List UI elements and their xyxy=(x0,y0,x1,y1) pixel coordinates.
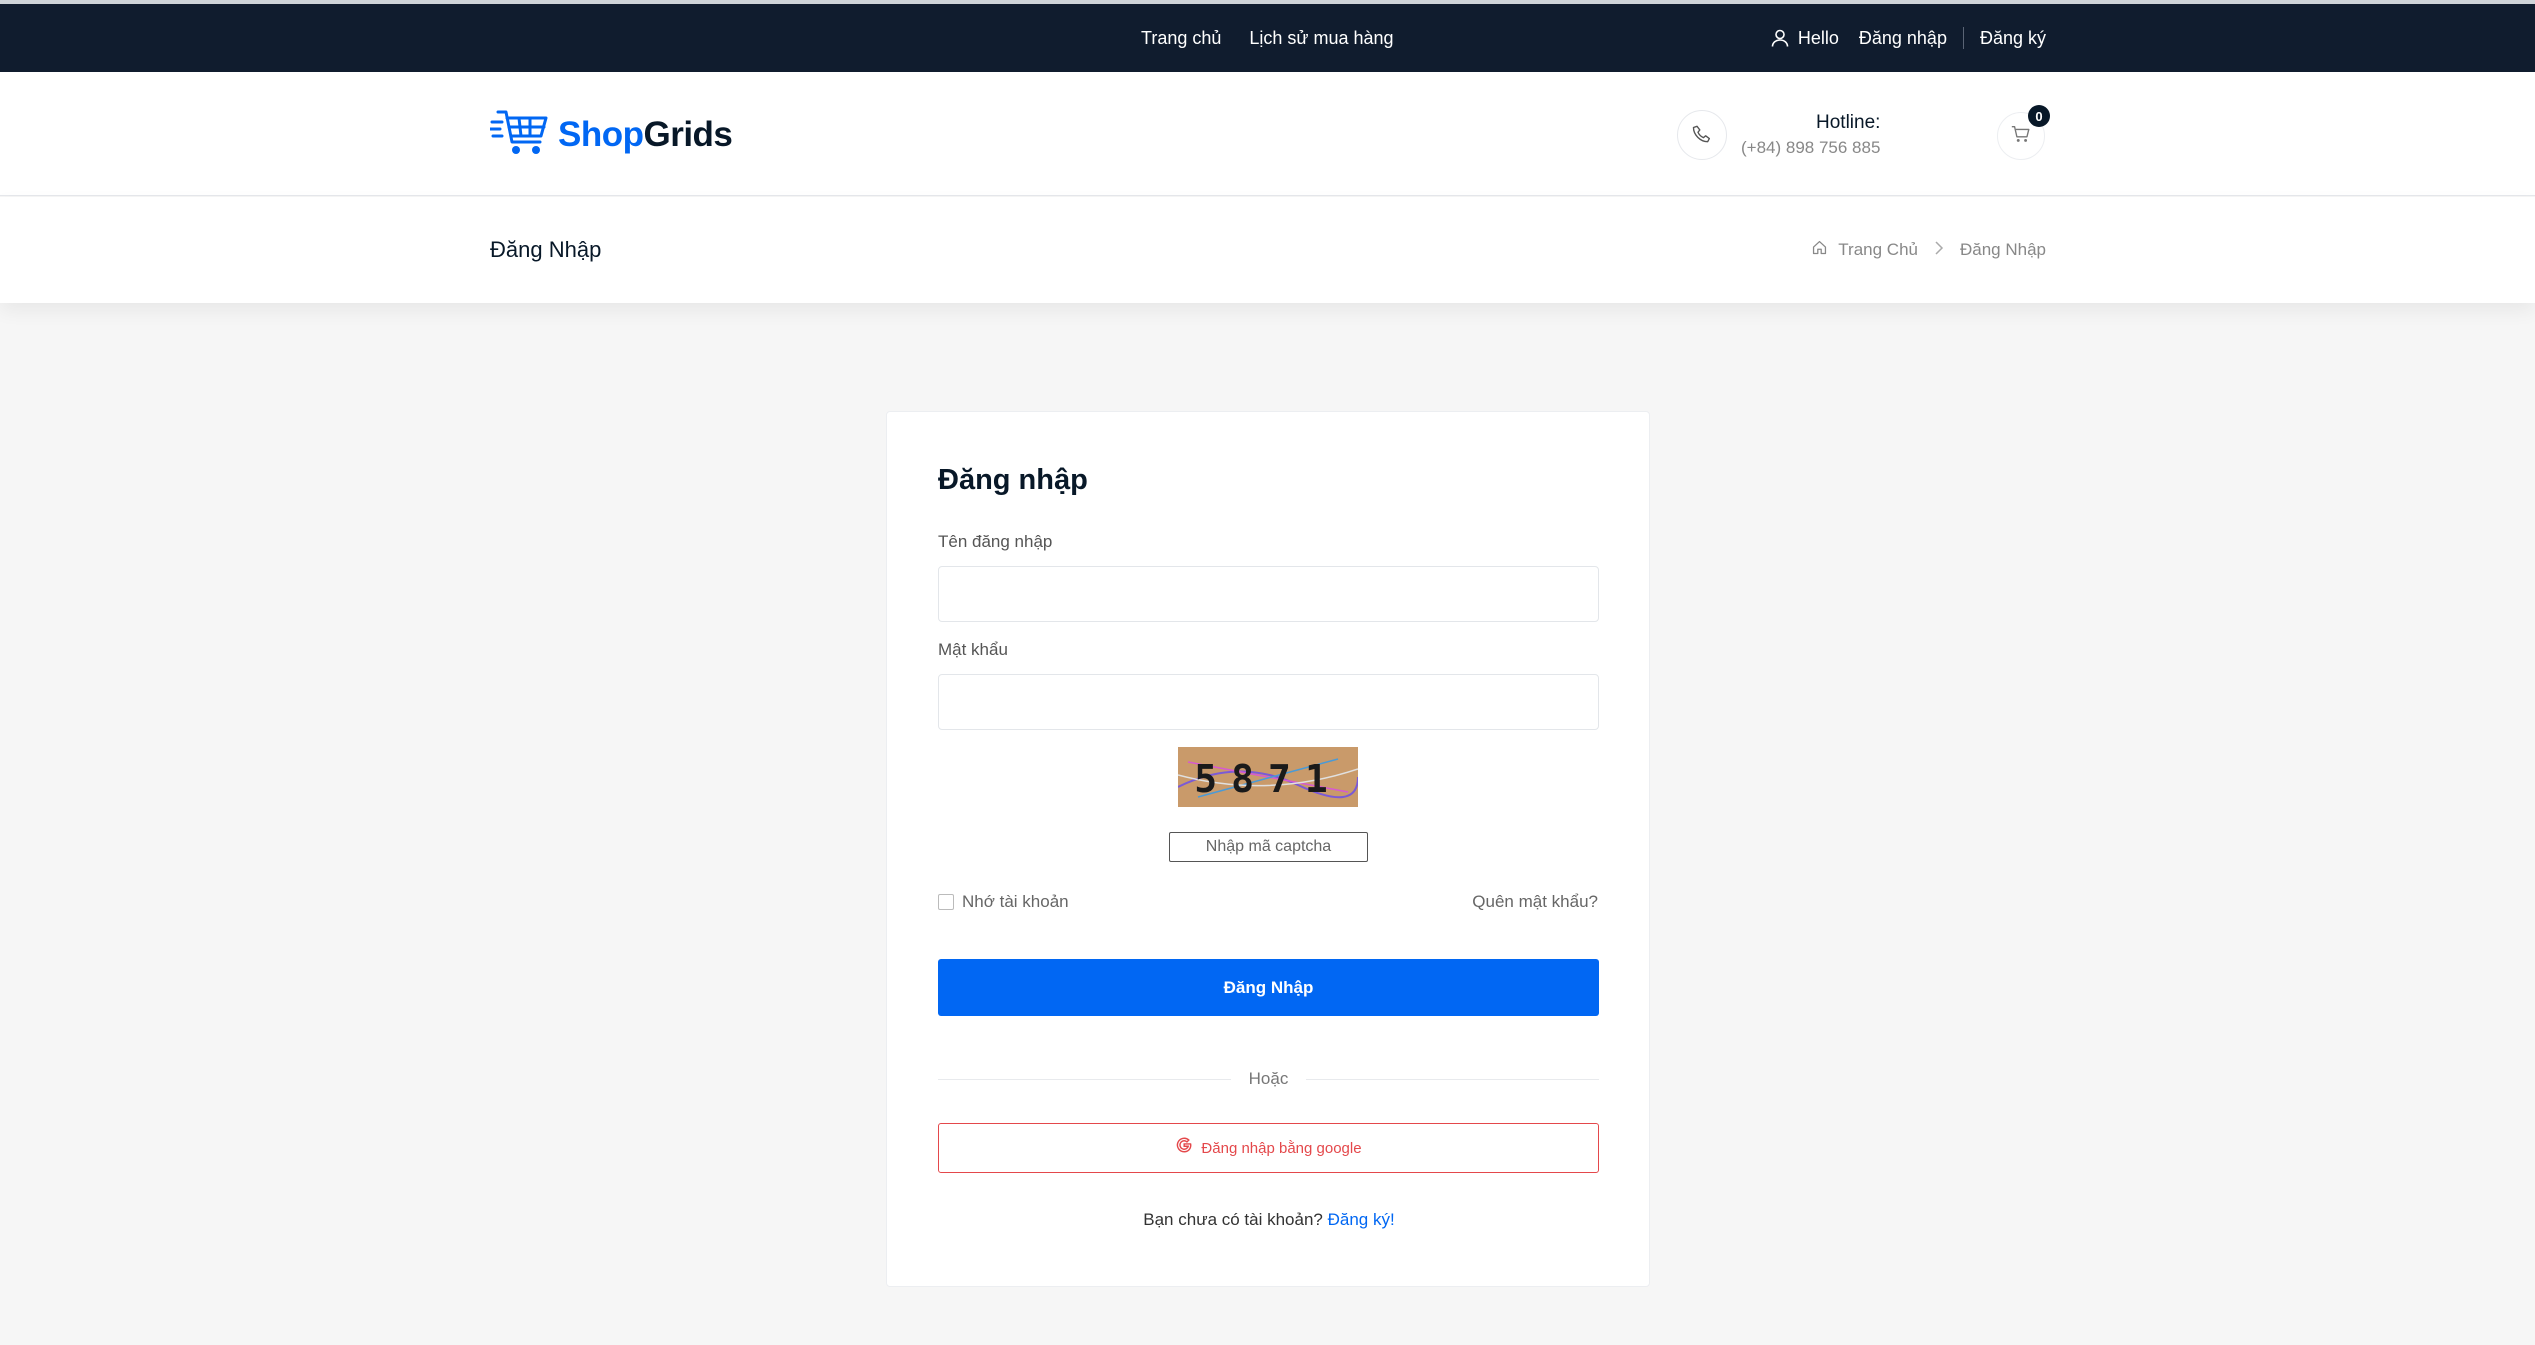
signup-link[interactable]: Đăng ký! xyxy=(1328,1210,1395,1229)
hotline: Hotline: (+84) 898 756 885 xyxy=(1677,110,1880,160)
phone-icon xyxy=(1677,110,1727,160)
hotline-label: Hotline: xyxy=(1816,112,1881,133)
or-text: Hoặc xyxy=(1248,1069,1289,1088)
google-login-button[interactable]: Đăng nhập bằng google xyxy=(938,1123,1599,1173)
breadcrumb: Trang Chủ Đăng Nhập xyxy=(1811,239,2046,261)
page-title: Đăng Nhập xyxy=(490,237,602,262)
nav-home-link[interactable]: Trang chủ xyxy=(1141,28,1221,49)
hotline-number: (+84) 898 756 885 xyxy=(1741,138,1881,157)
password-label: Mật khẩu xyxy=(938,640,1008,659)
top-nav: Trang chủ Lịch sử mua hàng xyxy=(1141,4,1394,72)
nav-order-history-link[interactable]: Lịch sử mua hàng xyxy=(1249,28,1393,49)
signup-prompt: Bạn chưa có tài khoản? Đăng ký! xyxy=(1143,1210,1395,1229)
register-link[interactable]: Đăng ký xyxy=(1980,28,2046,49)
captcha-input[interactable] xyxy=(1169,832,1368,862)
login-link[interactable]: Đăng nhập xyxy=(1859,28,1947,49)
username-label: Tên đăng nhập xyxy=(938,532,1053,551)
login-title: Đăng nhập xyxy=(938,464,1088,496)
shopping-cart-icon xyxy=(2010,123,2032,150)
username-input[interactable] xyxy=(938,566,1599,622)
brand-name: ShopGrids xyxy=(558,115,733,154)
chevron-right-icon xyxy=(1934,240,1944,260)
cart-button[interactable]: 0 xyxy=(1997,105,2050,160)
breadcrumb-home-link[interactable]: Trang Chủ xyxy=(1838,240,1918,260)
forgot-password-link[interactable]: Quên mật khẩu? xyxy=(1472,892,1598,912)
greeting-text: Hello xyxy=(1797,27,1839,48)
home-icon xyxy=(1811,239,1828,261)
logo[interactable]: ShopGrids xyxy=(488,108,733,163)
login-submit-button[interactable]: Đăng Nhập xyxy=(938,959,1599,1016)
breadcrumb-current: Đăng Nhập xyxy=(1959,240,2046,259)
user-icon xyxy=(1770,28,1790,48)
cart-logo-icon xyxy=(488,108,550,163)
password-input[interactable] xyxy=(938,674,1599,730)
google-icon xyxy=(1175,1136,1193,1160)
login-card: Đăng nhập Tên đăng nhập Mật khẩu 5871 Nh… xyxy=(886,411,1650,1287)
divider xyxy=(1962,27,1964,49)
captcha-text: 5871 xyxy=(1194,757,1342,801)
user-menu: Hello Đăng nhập Đăng ký xyxy=(1770,4,2046,72)
or-divider: Hoặc xyxy=(938,1069,1599,1089)
top-bar: Trang chủ Lịch sử mua hàng Hello Đăng nh… xyxy=(0,0,2535,72)
remember-account[interactable]: Nhớ tài khoản xyxy=(938,892,1069,912)
remember-checkbox[interactable] xyxy=(938,894,954,910)
breadcrumb-bar: Đăng Nhập Trang Chủ Đăng Nhập xyxy=(0,197,2535,303)
captcha-image: 5871 xyxy=(1178,747,1358,807)
remember-label: Nhớ tài khoản xyxy=(962,892,1069,911)
cart-count-badge: 0 xyxy=(2028,105,2050,127)
google-login-label: Đăng nhập bằng google xyxy=(1201,1139,1362,1157)
main-header: ShopGrids Hotline: (+84) 898 756 885 0 xyxy=(0,72,2535,196)
